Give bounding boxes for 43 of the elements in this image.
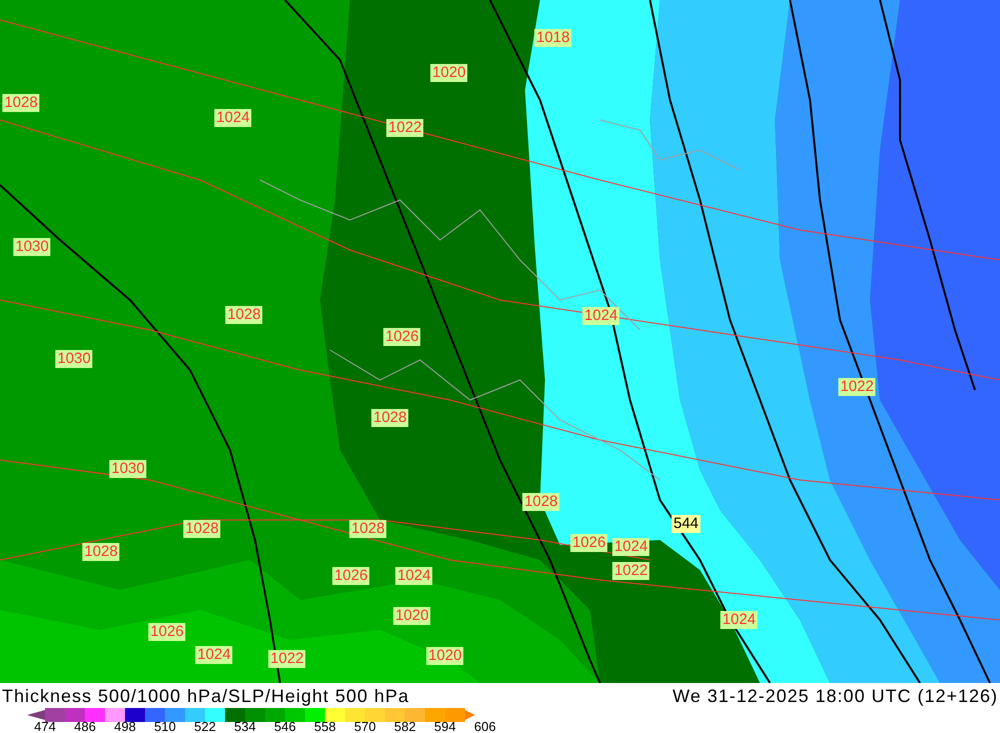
isobar-label: 1018 xyxy=(534,29,572,47)
scale-tick-label: 582 xyxy=(394,720,416,733)
isobar-label: 1026 xyxy=(332,567,370,585)
scale-tick-label: 486 xyxy=(74,720,96,733)
scale-tick-label: 498 xyxy=(114,720,136,733)
valid-time: We 31-12-2025 18:00 UTC (12+126) xyxy=(672,686,998,704)
isobar-label: 1020 xyxy=(393,607,431,625)
isobar-label: 1026 xyxy=(383,328,421,346)
isobar-label: 1024 xyxy=(214,109,252,127)
map-title: Thickness 500/1000 hPa/SLP/Height 500 hPa xyxy=(2,686,410,704)
scale-tick-label: 474 xyxy=(34,720,56,733)
scale-tick-label: 558 xyxy=(314,720,336,733)
isobar-label: 1026 xyxy=(570,534,608,552)
isobar-label: 1022 xyxy=(386,119,424,137)
isobar-label: 1030 xyxy=(13,238,51,256)
isobar-label: 1024 xyxy=(195,646,233,664)
isobar-label: 1028 xyxy=(82,543,120,561)
isobar-label: 1028 xyxy=(522,493,560,511)
isobar-label: 1026 xyxy=(148,623,186,641)
isobar-label: 1022 xyxy=(612,562,650,580)
scale-tick-label: 510 xyxy=(154,720,176,733)
isobar-label: 1024 xyxy=(395,567,433,585)
scale-tick-label: 594 xyxy=(434,720,456,733)
isobar-label: 1028 xyxy=(225,306,263,324)
scale-tick-label: 534 xyxy=(234,720,256,733)
scale-tick-label: 570 xyxy=(354,720,376,733)
scale-tick-label: 522 xyxy=(194,720,216,733)
isobar-label: 1028 xyxy=(371,409,409,427)
isobar-label: 1022 xyxy=(268,650,306,668)
isobar-label: 1022 xyxy=(838,378,876,396)
isobar-label: 1028 xyxy=(183,520,221,538)
isobar-label: 1020 xyxy=(430,64,468,82)
scale-tick-label: 606 xyxy=(474,720,496,733)
isobar-label: 1028 xyxy=(2,94,40,112)
isobar-label: 1024 xyxy=(582,307,620,325)
isobar-label: 1030 xyxy=(109,460,147,478)
isobar-label: 1020 xyxy=(426,647,464,665)
isobar-label: 1030 xyxy=(55,350,93,368)
scale-tick-label: 546 xyxy=(274,720,296,733)
isobar-label: 1024 xyxy=(720,611,758,629)
isobar-label: 1028 xyxy=(349,520,387,538)
thickness-label: 544 xyxy=(671,515,701,533)
isobar-label: 1024 xyxy=(612,538,650,556)
